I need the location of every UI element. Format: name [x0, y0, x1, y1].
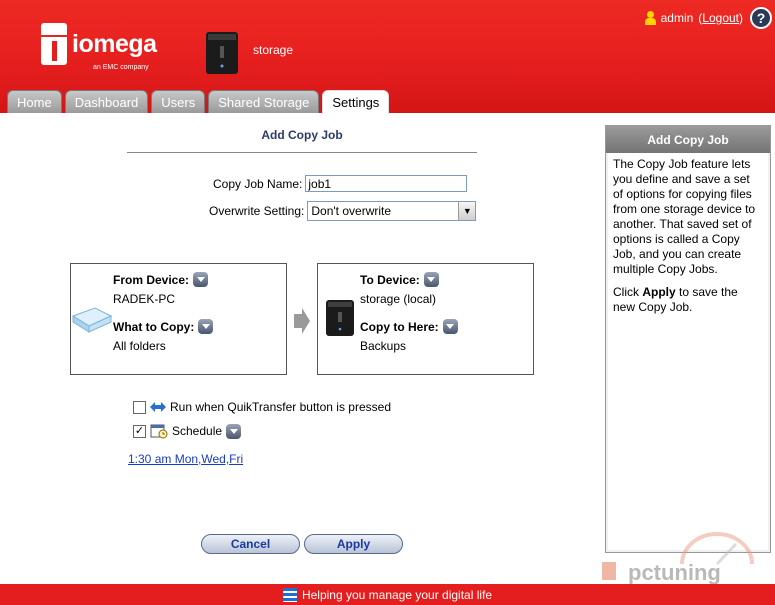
help-button[interactable]: ?: [750, 7, 772, 29]
to-device-value: storage (local): [360, 292, 437, 306]
watermark-text: pctuning: [628, 560, 721, 585]
overwrite-row: Overwrite Setting: Don't overwrite ▼: [209, 201, 477, 221]
header-bar: iomega an EMC company storage admin (Log…: [0, 0, 775, 114]
tab-shared-storage[interactable]: Shared Storage: [208, 90, 320, 113]
copy-to-here-value: Backups: [360, 339, 407, 353]
copy-to-here-label-row: Copy to Here:: [360, 319, 458, 334]
apply-button[interactable]: Apply: [304, 534, 403, 554]
cancel-button[interactable]: Cancel: [201, 534, 300, 554]
help-panel-title: Add Copy Job: [606, 126, 770, 153]
nas-device-icon: [326, 300, 354, 336]
copy-to-here-dropdown-icon[interactable]: [442, 319, 458, 334]
what-to-copy-value: All folders: [113, 339, 166, 353]
help-paragraph-1: The Copy Job feature lets you define and…: [613, 157, 756, 276]
logo-text: iomega: [72, 30, 157, 58]
job-name-input[interactable]: [305, 175, 468, 192]
footer-logo-icon: [282, 587, 297, 602]
schedule-time-link[interactable]: 1:30 am Mon,Wed,Fri: [128, 452, 243, 466]
schedule-checkbox[interactable]: ✓: [133, 424, 146, 438]
logout-link[interactable]: Logout: [702, 11, 739, 25]
from-device-dropdown-icon[interactable]: [193, 272, 209, 287]
schedule-dropdown-icon[interactable]: [226, 423, 242, 439]
what-to-copy-dropdown-icon[interactable]: [198, 319, 214, 334]
storage-device-icon: [206, 32, 238, 74]
page-title: Add Copy Job: [261, 128, 343, 142]
overwrite-select[interactable]: Don't overwrite ▼: [307, 201, 477, 221]
calendar-clock-icon: [150, 424, 168, 439]
what-to-copy-label: What to Copy:: [113, 319, 195, 334]
footer-tagline: Helping you manage your digital life: [301, 587, 493, 602]
job-name-row: Copy Job Name:: [213, 175, 468, 192]
schedule-option: ✓ Schedule: [133, 423, 242, 439]
copy-to-here-label: Copy to Here:: [360, 319, 439, 334]
schedule-label: Schedule: [172, 424, 223, 438]
quiktransfer-checkbox[interactable]: [133, 400, 146, 414]
quiktransfer-icon: [150, 402, 166, 412]
device-name: storage: [253, 43, 294, 57]
to-device-box: To Device: storage (local) Copy to Here:…: [317, 263, 534, 375]
from-device-box: From Device: RADEK-PC What to Copy: All …: [70, 263, 287, 375]
to-device-dropdown-icon[interactable]: [423, 272, 439, 287]
user-info: admin (Logout): [644, 11, 743, 25]
help-panel-body: The Copy Job feature lets you define and…: [608, 153, 768, 550]
to-device-label: To Device:: [360, 272, 420, 287]
main-tabs: Home Dashboard Users Shared Storage Sett…: [7, 90, 390, 114]
logo-subtitle: an EMC company: [93, 64, 149, 71]
title-divider: [127, 152, 477, 153]
help-panel: Add Copy Job The Copy Job feature lets y…: [605, 125, 771, 553]
job-name-label: Copy Job Name:: [213, 176, 303, 191]
arrow-right-icon: [294, 308, 310, 334]
iomega-logo-icon: [41, 23, 67, 65]
user-icon: [644, 11, 656, 25]
tab-dashboard[interactable]: Dashboard: [64, 90, 149, 113]
chevron-down-icon[interactable]: ▼: [458, 202, 476, 220]
from-device-label: From Device:: [113, 272, 190, 287]
pc-icon: [71, 307, 113, 333]
tab-settings[interactable]: Settings: [322, 90, 390, 114]
to-device-label-row: To Device:: [360, 272, 439, 287]
watermark-logo-icon: [602, 562, 616, 580]
footer-bar: Helping you manage your digital life: [0, 584, 775, 605]
what-to-copy-label-row: What to Copy:: [113, 319, 214, 334]
tab-users[interactable]: Users: [151, 90, 206, 113]
from-device-label-row: From Device:: [113, 272, 209, 287]
quiktransfer-option: Run when QuikTransfer button is pressed: [133, 400, 391, 414]
username: admin: [660, 11, 694, 25]
quiktransfer-label: Run when QuikTransfer button is pressed: [170, 400, 391, 414]
overwrite-selected-value: Don't overwrite: [311, 204, 392, 218]
overwrite-label: Overwrite Setting:: [209, 204, 305, 218]
tab-home[interactable]: Home: [7, 90, 62, 113]
from-device-value: RADEK-PC: [113, 292, 176, 306]
help-paragraph-2: Click Apply to save the new Copy Job.: [613, 285, 738, 314]
